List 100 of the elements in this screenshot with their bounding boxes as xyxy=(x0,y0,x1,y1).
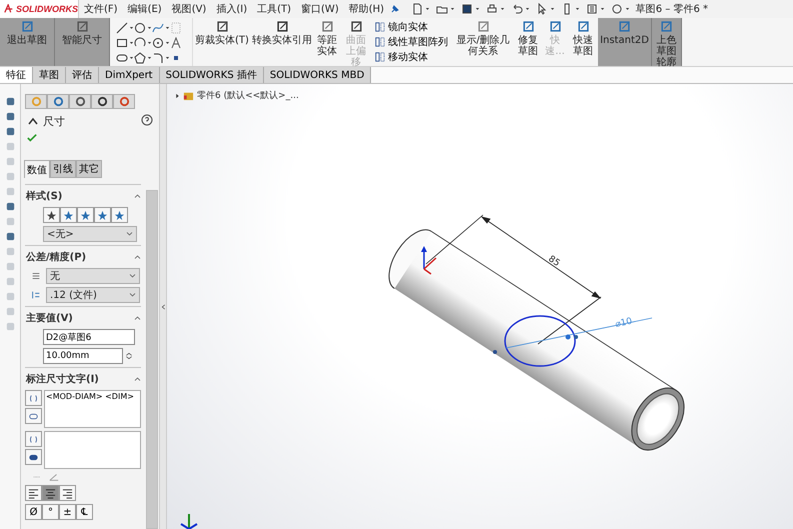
caret-icon xyxy=(450,7,455,11)
star-icon xyxy=(114,210,125,220)
chevron-down-icon xyxy=(129,292,136,298)
ribbon-button[interactable]: 显示/删除几何关系 xyxy=(452,18,514,66)
panel-icon xyxy=(96,96,108,107)
line-icon xyxy=(116,22,128,34)
scrollbar[interactable] xyxy=(146,190,158,529)
panel-tab[interactable]: 引线 xyxy=(50,160,76,178)
list-icon xyxy=(586,3,598,15)
bracket-icon xyxy=(28,434,39,444)
rectangle-icon xyxy=(116,37,128,49)
value-field[interactable]: 10.00mm xyxy=(43,348,123,364)
caret-icon xyxy=(147,56,152,60)
menu-item[interactable]: 视图(V) xyxy=(166,2,212,16)
tool-icon xyxy=(618,20,631,33)
style-button[interactable] xyxy=(43,207,60,223)
tool-icon xyxy=(548,20,562,33)
collapse-left-icon xyxy=(160,302,166,310)
menu-item[interactable]: 插入(I) xyxy=(211,2,252,16)
tool-icon xyxy=(4,216,16,227)
name-field[interactable]: D2@草图6 xyxy=(43,329,135,345)
panel-tab[interactable]: 数值 xyxy=(24,160,50,178)
symbol-button[interactable]: ℄ xyxy=(76,504,93,520)
panel-tab[interactable] xyxy=(69,94,91,109)
ribbon-button[interactable]: 线性草图阵列 xyxy=(375,34,448,49)
ribbon-button[interactable]: 快速草图 xyxy=(568,18,598,66)
fillet-icon xyxy=(152,52,164,64)
help-icon xyxy=(141,114,153,126)
collapse-icon xyxy=(134,376,141,382)
ribbon-button[interactable]: 退出草图 xyxy=(0,18,55,66)
tool-icon xyxy=(216,20,228,33)
arc-icon xyxy=(134,37,146,49)
command-tab[interactable]: 评估 xyxy=(66,67,99,83)
ribbon-button[interactable]: 等距实体 xyxy=(313,18,341,66)
caret-icon xyxy=(165,41,170,45)
align-button[interactable] xyxy=(59,485,76,501)
menu-item[interactable]: 工具(T) xyxy=(252,2,296,16)
align-button[interactable] xyxy=(42,485,59,501)
tool-icon xyxy=(350,20,362,33)
style-button[interactable] xyxy=(77,207,94,223)
symbol-button[interactable]: ± xyxy=(59,504,76,520)
ribbon-button[interactable]: 智能尺寸 xyxy=(55,18,110,66)
tool-icon xyxy=(4,126,16,137)
checkmark-icon xyxy=(27,133,37,143)
caret-icon xyxy=(574,7,580,11)
spinner-icon xyxy=(125,350,133,362)
tool-icon xyxy=(576,20,590,33)
command-tab[interactable]: SOLIDWORKS 插件 xyxy=(160,67,264,83)
ribbon-button[interactable]: 修复草图 xyxy=(514,18,542,66)
menu-item[interactable]: 帮助(H) xyxy=(344,2,390,16)
menu-item[interactable]: 文件(F) xyxy=(79,2,123,16)
insert-text-button[interactable] xyxy=(25,449,42,465)
align-icon xyxy=(62,488,73,498)
tree-item[interactable]: 零件6 (默认<<默认>_... xyxy=(197,89,299,102)
style-button[interactable] xyxy=(94,207,111,223)
caret-icon xyxy=(147,41,152,45)
precision-dropdown[interactable]: .12 (文件) xyxy=(46,287,140,303)
align-button[interactable] xyxy=(25,485,42,501)
pin-icon xyxy=(389,3,402,15)
tool-icon xyxy=(476,20,490,33)
style-dropdown[interactable]: <无> xyxy=(43,226,137,242)
insert-dim-button[interactable] xyxy=(25,431,42,447)
dimension-label: 85 xyxy=(546,254,562,269)
tolerance-dropdown[interactable]: 无 xyxy=(46,268,140,284)
slot-icon xyxy=(116,52,128,64)
section-header: 样式(S) xyxy=(26,190,62,203)
section-header: 公差/精度(P) xyxy=(26,250,86,264)
app-logo: SOLIDWORKS xyxy=(0,0,79,18)
panel-tab[interactable] xyxy=(91,94,113,109)
symbol-button[interactable]: Ø xyxy=(25,504,42,520)
insert-dim-button[interactable] xyxy=(25,390,42,406)
ribbon-button[interactable]: 上色草图轮廓 xyxy=(652,18,682,66)
text-icon xyxy=(170,37,182,49)
command-tab[interactable]: DimXpert xyxy=(99,67,160,83)
command-tab[interactable]: 草图 xyxy=(33,67,66,83)
insert-text-button[interactable] xyxy=(25,408,42,424)
panel-icon xyxy=(74,96,86,107)
style-button[interactable] xyxy=(60,207,77,223)
ribbon-button[interactable]: Instant2D xyxy=(598,18,652,66)
ribbon-button[interactable]: 移动实体 xyxy=(375,50,448,64)
menu-item[interactable]: 窗口(W) xyxy=(296,2,344,16)
caret-icon xyxy=(600,7,605,11)
symbol-button[interactable]: ° xyxy=(42,504,59,520)
menu-item[interactable]: 编辑(E) xyxy=(122,2,167,16)
caret-icon xyxy=(424,7,430,11)
new-file-icon xyxy=(410,3,423,15)
caret-icon xyxy=(147,26,152,30)
ribbon-button[interactable]: 镜向实体 xyxy=(375,20,448,34)
command-tab[interactable]: SOLIDWORKS MBD xyxy=(264,67,372,83)
ribbon-button[interactable]: 转换实体引用 xyxy=(251,18,313,66)
command-tab[interactable]: 特征 xyxy=(0,67,33,83)
ribbon-button[interactable]: 剪裁实体(T) xyxy=(193,18,251,66)
section-header: 标注尺寸文字(I) xyxy=(26,372,99,386)
star-icon xyxy=(63,210,74,220)
align-icon xyxy=(28,488,39,498)
dimension-text-box[interactable]: <MOD-DIAM> <DIM> xyxy=(44,390,141,428)
style-button[interactable] xyxy=(111,207,128,223)
panel-tab[interactable]: 其它 xyxy=(76,160,102,178)
tool-icon xyxy=(375,52,385,62)
tool-icon xyxy=(4,306,16,317)
